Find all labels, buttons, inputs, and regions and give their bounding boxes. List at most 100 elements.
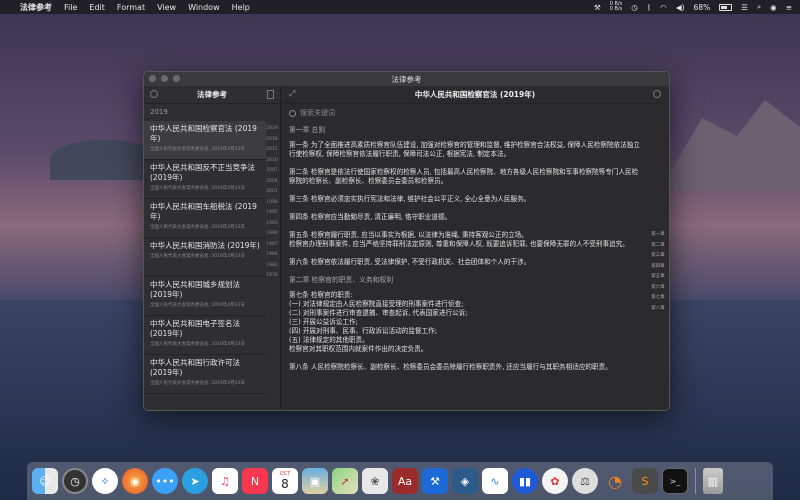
law-list-item[interactable]: 中华人民共和国检察官法 (2019年) 全国人民代表大会常务委员会, 2019年… (144, 121, 266, 160)
preview-icon[interactable]: ▣ (302, 468, 328, 494)
app-menu[interactable]: 法律参考 (20, 2, 52, 13)
year-index-item[interactable]: 1990 (265, 231, 279, 242)
chapter-index-item[interactable]: 第五章 (648, 273, 668, 284)
year-index-item[interactable]: 2019 (265, 126, 279, 137)
tools-icon[interactable]: ⚒ (594, 3, 601, 12)
law-list: 中华人民共和国检察官法 (2019年) 全国人民代表大会常务委员会, 2019年… (144, 121, 266, 410)
law-list-item[interactable]: 中华人民共和国反不正当竞争法 (2019年) 全国人民代表大会常务委员会, 20… (144, 160, 266, 199)
maps-icon[interactable]: ➚ (332, 468, 358, 494)
menu-bar: 法律参考 File Edit Format View Window Help ⚒… (0, 0, 800, 14)
law-list-item[interactable]: 中华人民共和国城乡规划法 (2019年) 全国人民代表大会常务委员会, 2019… (144, 277, 266, 316)
clock-icon[interactable]: ◷ (62, 468, 88, 494)
chapter-index-item[interactable]: 第一章 (648, 231, 668, 242)
instruments-icon[interactable]: ◈ (452, 468, 478, 494)
year-index-item[interactable]: 1978 (265, 273, 279, 284)
safari-icon[interactable]: ✧ (92, 468, 118, 494)
article-line: (四) 开展对刑事、民事、行政诉讼活动的监督工作; (289, 327, 437, 335)
notification-center-icon[interactable]: ≡ (786, 3, 792, 12)
year-index-item[interactable]: 1984 (265, 252, 279, 263)
year-index-item[interactable]: 1998 (265, 200, 279, 211)
law-meta: 全国人民代表大会常务委员会, 2019年4月23日 (150, 186, 245, 191)
wifi-icon[interactable]: ◠ (660, 3, 667, 12)
search-placeholder: 搜索关键词 (300, 109, 335, 117)
chapter-index-item[interactable]: 第八章 (648, 305, 668, 316)
close-button[interactable] (149, 75, 156, 82)
year-index-item[interactable]: 2001 (265, 189, 279, 200)
net-down: 0 B/s (609, 6, 623, 12)
zoom-button[interactable] (173, 75, 180, 82)
menu-edit[interactable]: Edit (89, 3, 105, 12)
year-index-item[interactable]: 1993 (265, 221, 279, 232)
trash-icon[interactable]: ▥ (703, 468, 723, 494)
telegram-icon[interactable]: ➤ (182, 468, 208, 494)
minimize-button[interactable] (161, 75, 168, 82)
chapter-index-item[interactable]: 第四章 (648, 263, 668, 274)
calendar-icon[interactable]: OCT 8 (272, 468, 298, 494)
law-list-item[interactable]: 中华人民共和国行政许可法 (2019年) 全国人民代表大会常务委员会, 2019… (144, 355, 266, 394)
law-meta: 全国人民代表大会常务委员会, 2019年4月23日 (150, 342, 245, 347)
menu-window[interactable]: Window (188, 3, 220, 12)
stats-icon[interactable]: ▮▮ (512, 468, 538, 494)
law-title: 中华人民共和国消防法 (2019年) (150, 241, 260, 250)
year-index-item[interactable]: 1995 (265, 210, 279, 221)
chapter-index-item[interactable]: 第二章 (648, 242, 668, 253)
bluetooth-icon[interactable]: ᛒ (647, 3, 652, 12)
article: 第七条 检察官的职责: (一) 对法律规定由人民检察院直接受理的刑事案件进行侦查… (289, 291, 643, 354)
year-index-item[interactable]: 1987 (265, 242, 279, 253)
volume-icon[interactable]: ◀) (676, 3, 685, 12)
filter-icon[interactable] (150, 90, 158, 98)
time-machine-icon[interactable]: ◷ (631, 3, 638, 12)
bookmark-icon[interactable] (267, 90, 274, 99)
window-titlebar[interactable]: 法律参考 (144, 72, 669, 87)
battery-percent[interactable]: 68% (694, 3, 711, 12)
year-index-item[interactable]: 2018 (265, 137, 279, 148)
law-list-item[interactable]: 中华人民共和国消防法 (2019年) 全国人民代表大会常务委员会, 2019年4… (144, 238, 266, 277)
battery-icon[interactable] (719, 3, 733, 11)
sublime-icon[interactable]: S (632, 468, 658, 494)
finder-icon[interactable]: ☺ (32, 468, 58, 494)
info-icon[interactable] (653, 90, 661, 98)
article: 第一条 为了全面推进高素质检察官队伍建设, 加强对检察官的管理和监督, 维护检察… (289, 141, 640, 158)
year-index-item[interactable]: 1981 (265, 263, 279, 274)
law-meta: 全国人民代表大会常务委员会, 2019年4月23日 (150, 225, 245, 230)
xcode-icon[interactable]: ⚒ (422, 468, 448, 494)
news-icon[interactable]: N (242, 468, 268, 494)
article-line: (二) 对刑事案件进行审查逮捕、审查起诉, 代表国家进行公诉; (289, 309, 468, 317)
law-list-item[interactable]: 中华人民共和国电子签名法 (2019年) 全国人民代表大会常务委员会, 2019… (144, 316, 266, 355)
year-index-item[interactable]: 2004 (265, 179, 279, 190)
blender-icon[interactable]: ◔ (602, 468, 628, 494)
messages-icon[interactable]: ••• (152, 468, 178, 494)
expand-icon[interactable]: ⤢ (289, 90, 297, 98)
menu-file[interactable]: File (64, 3, 77, 12)
siri-icon[interactable]: ◉ (770, 3, 777, 12)
year-index-item[interactable]: 2007 (265, 168, 279, 179)
waveform-icon[interactable]: ∿ (482, 468, 508, 494)
article-line: 第五条 检察官履行职责, 应当以事实为根据, 以法律为准绳, 秉持客观公正的立场… (289, 231, 528, 239)
spotlight-icon[interactable]: ⌕ (757, 2, 761, 12)
article-line: (三) 开展公益诉讼工作; (289, 318, 358, 326)
year-section-label: 2019 (150, 108, 168, 116)
dictionary-icon[interactable]: Aa (392, 468, 418, 494)
menu-view[interactable]: View (157, 3, 176, 12)
terminal-icon[interactable]: >_ (662, 468, 688, 494)
chapter-index-item[interactable]: 第六章 (648, 284, 668, 295)
music-icon[interactable]: ♫ (212, 468, 238, 494)
scales-icon[interactable]: ⚖ (572, 468, 598, 494)
search-icon (289, 109, 296, 117)
menu-help[interactable]: Help (232, 3, 250, 12)
year-index-item[interactable]: 2010 (265, 158, 279, 169)
article-line: 检察官办理刑事案件, 应当严格坚持罪刑法定原则, 尊重和保障人权, 既要追诉犯罪… (289, 240, 629, 248)
menu-format[interactable]: Format (117, 3, 145, 12)
article-line: 检察官对其职权范围内就案件作出的决定负责。 (289, 345, 428, 353)
network-speed[interactable]: 0 B/s 0 B/s (610, 2, 623, 12)
control-center-icon[interactable]: ☰ (741, 3, 748, 12)
chapter-index-item[interactable]: 第三章 (648, 252, 668, 263)
search-field[interactable]: 搜索关键词 (289, 107, 589, 119)
year-index-item[interactable]: 2015 (265, 147, 279, 158)
firefox-icon[interactable]: ◉ (122, 468, 148, 494)
chapter-index-item[interactable]: 第七章 (648, 294, 668, 305)
law-meta: 全国人民代表大会常务委员会, 2019年4月23日 (150, 381, 245, 386)
law-list-item[interactable]: 中华人民共和国车船税法 (2019年) 全国人民代表大会常务委员会, 2019年… (144, 199, 266, 238)
flower-icon[interactable]: ✿ (542, 468, 568, 494)
photos-icon[interactable]: ❀ (362, 468, 388, 494)
